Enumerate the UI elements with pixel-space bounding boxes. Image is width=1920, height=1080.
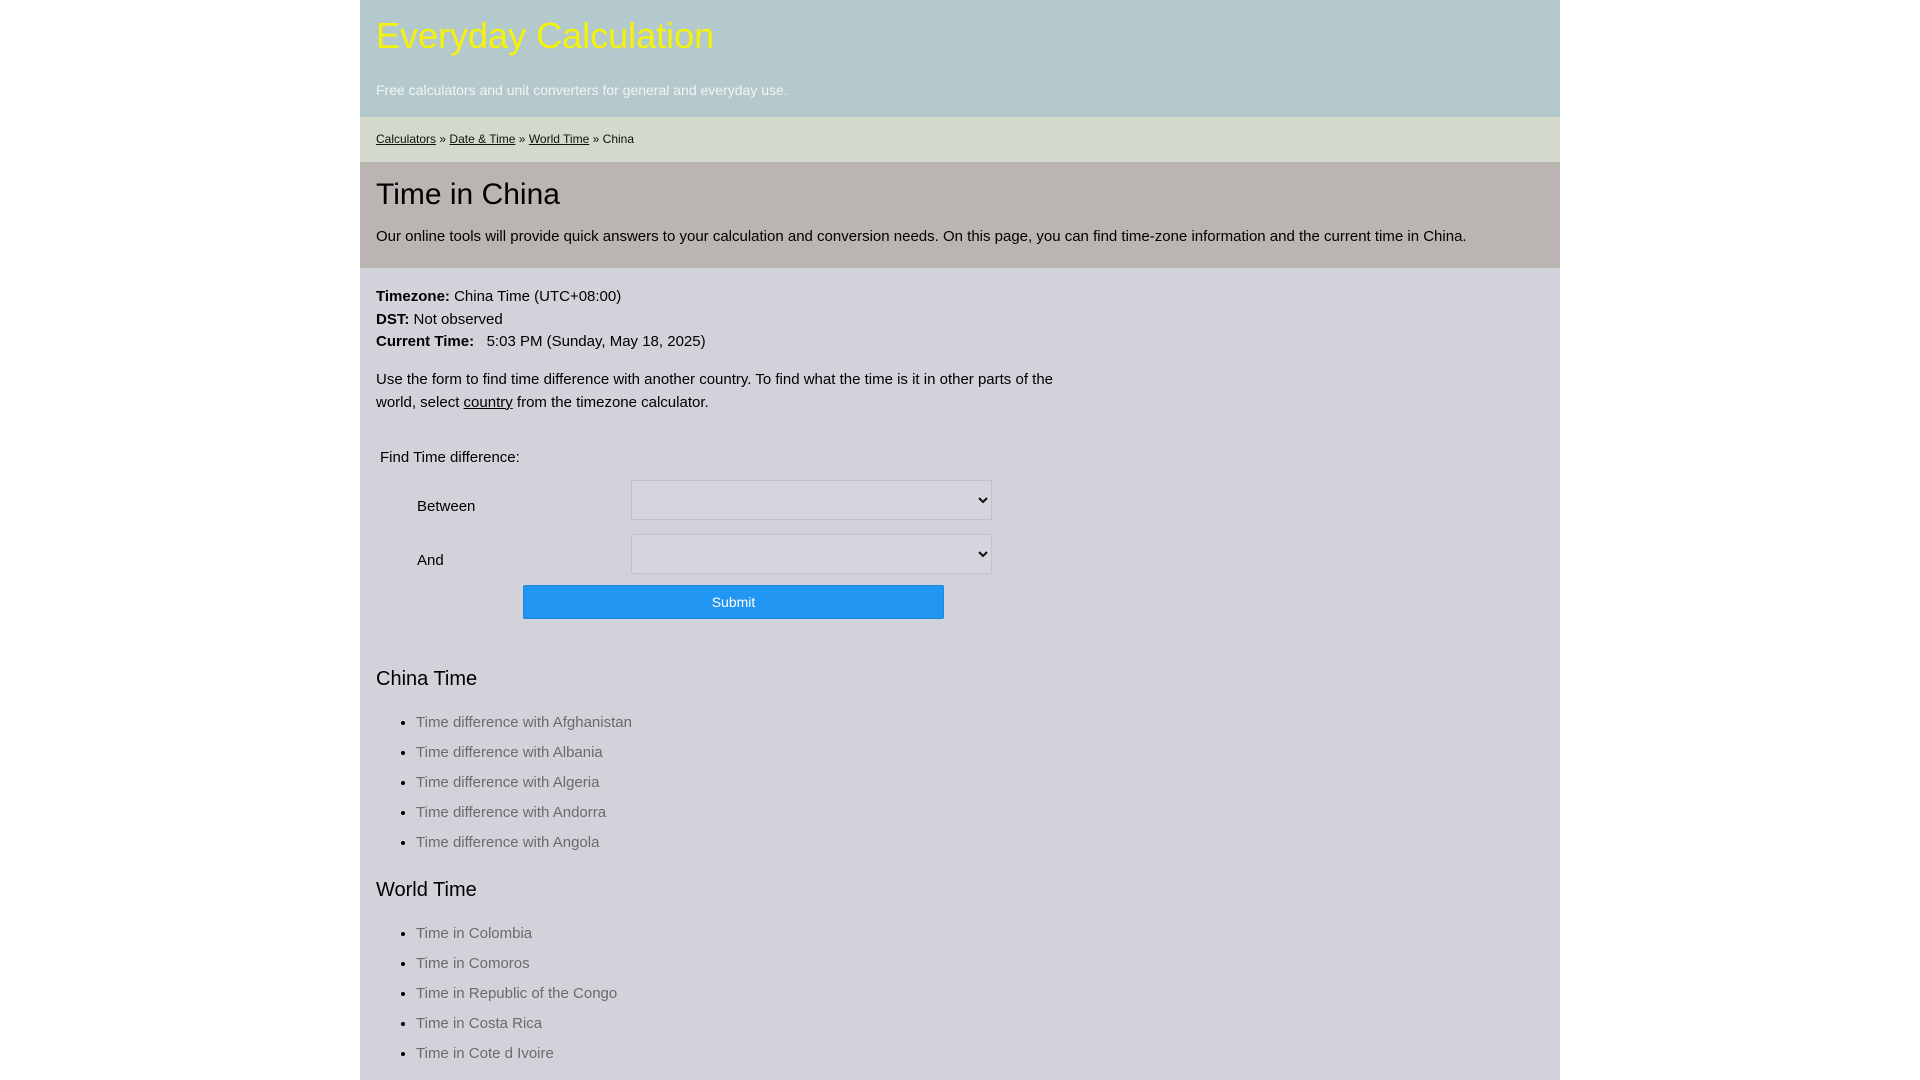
time-difference-link-afghanistan[interactable]: Time difference with Afghanistan — [416, 714, 632, 731]
breadcrumb-current: China — [602, 132, 635, 146]
current-time-label: Current Time: — [376, 333, 475, 350]
time-difference-link-algeria[interactable]: Time difference with Algeria — [416, 774, 599, 791]
time-in-congo-link[interactable]: Time in Republic of the Congo — [416, 985, 617, 1002]
dst-line: DST: Not observed — [376, 309, 1544, 332]
page-container: Everyday Calculation Free calculators an… — [360, 0, 1560, 1080]
time-difference-link-albania[interactable]: Time difference with Albania — [416, 744, 603, 761]
submit-row: Submit — [376, 584, 1544, 619]
form-title: Find Time difference: — [380, 448, 520, 466]
and-label: And — [417, 551, 444, 569]
list-item: Time in Cote d Ivoire — [416, 1039, 1544, 1069]
site-tagline: Free calculators and unit converters for… — [376, 82, 788, 98]
timezone-value: China Time (UTC+08:00) — [454, 288, 622, 305]
breadcrumb: Calculators » Date & Time » World Time »… — [360, 117, 1560, 162]
and-select[interactable] — [631, 533, 992, 574]
current-time-value: 5:03 PM (Sunday, May 18, 2025) — [486, 333, 706, 350]
list-item: Time in Comoros — [416, 949, 1544, 979]
world-time-section: World Time Time in Colombia Time in Como… — [376, 878, 1544, 1069]
breadcrumb-link-calculators[interactable]: Calculators — [376, 132, 436, 146]
list-item: Time in Colombia — [416, 919, 1544, 949]
list-item: Time in Costa Rica — [416, 1009, 1544, 1039]
dst-label: DST: — [376, 310, 410, 328]
time-in-costa-rica-link[interactable]: Time in Costa Rica — [416, 1015, 542, 1032]
list-item: Time difference with Albania — [416, 738, 1544, 768]
breadcrumb-link-date-time[interactable]: Date & Time — [449, 132, 515, 146]
list-item: Time difference with Andorra — [416, 798, 1544, 828]
list-item: Time difference with Algeria — [416, 768, 1544, 798]
between-row: Between — [376, 479, 1544, 534]
timezone-label: Timezone: — [376, 288, 450, 305]
china-time-heading: China Time — [376, 667, 478, 690]
between-select[interactable] — [631, 479, 992, 520]
breadcrumb-separator: » — [439, 132, 447, 146]
form-note: Use the form to find time difference wit… — [376, 368, 1076, 414]
current-time-line: Current Time: 5:03 PM (Sunday, May 18, 2… — [376, 331, 1544, 354]
list-item: Time difference with Angola — [416, 828, 1544, 858]
breadcrumb-link-world-time[interactable]: World Time — [529, 132, 589, 146]
list-item: Time in Republic of the Congo — [416, 979, 1544, 1009]
time-difference-link-angola[interactable]: Time difference with Angola — [416, 834, 599, 851]
site-title[interactable]: Everyday Calculation — [376, 0, 1544, 56]
china-time-list: Time difference with Afghanistan Time di… — [376, 708, 1544, 858]
site-header: Everyday Calculation Free calculators an… — [360, 0, 1560, 117]
time-in-colombia-link[interactable]: Time in Colombia — [416, 925, 532, 942]
dst-value: Not observed — [413, 310, 503, 328]
form-note-text-end: from the timezone calculator. — [512, 393, 709, 411]
page-title: Time in China — [376, 178, 560, 211]
world-time-heading: World Time — [376, 878, 477, 901]
country-link[interactable]: country — [464, 394, 513, 411]
between-label: Between — [417, 497, 476, 515]
breadcrumb-separator: » — [592, 132, 600, 146]
intro-text: Our online tools will provide quick answ… — [376, 228, 1467, 245]
submit-button[interactable]: Submit — [523, 584, 944, 619]
world-time-list: Time in Colombia Time in Comoros Time in… — [376, 919, 1544, 1069]
breadcrumb-separator: » — [518, 132, 526, 146]
intro-section: Time in China Our online tools will prov… — [360, 162, 1560, 268]
main-content: Timezone: China Time (UTC+08:00) DST: No… — [360, 268, 1560, 1069]
time-difference-link-andorra[interactable]: Time difference with Andorra — [416, 804, 606, 821]
time-in-comoros-link[interactable]: Time in Comoros — [416, 955, 530, 972]
list-item: Time difference with Afghanistan — [416, 708, 1544, 738]
timezone-line: Timezone: China Time (UTC+08:00) — [376, 286, 1544, 309]
timezone-info: Timezone: China Time (UTC+08:00) DST: No… — [376, 268, 1544, 354]
and-row: And — [376, 533, 1544, 588]
china-time-section: China Time Time difference with Afghanis… — [376, 667, 1544, 858]
time-in-cote-d-ivoire-link[interactable]: Time in Cote d Ivoire — [416, 1045, 554, 1062]
